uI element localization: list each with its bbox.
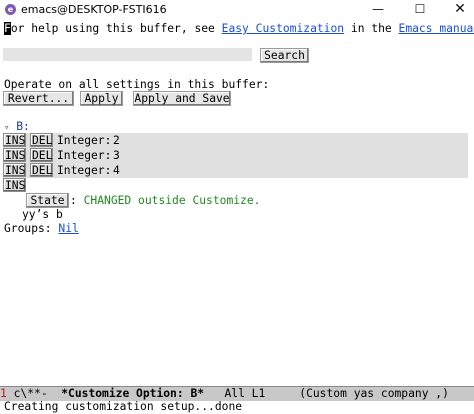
apply-and-save-button[interactable]: Apply and Save [133, 91, 231, 106]
mode-line-modes: (Custom yas company ,) [299, 387, 449, 400]
option-name: B: [16, 120, 30, 133]
mode-line-position: All L1 [204, 387, 300, 400]
item-type: Integer: [57, 134, 112, 147]
text-cursor: F [4, 22, 11, 35]
ins-button[interactable]: INS [3, 148, 26, 162]
title-bar: e emacs@DESKTOP-FSTI616 — ☐ ✕ [0, 0, 474, 19]
operate-label: Operate on all settings in this buffer: [4, 78, 270, 91]
state-separator: : [70, 194, 77, 207]
maximize-button[interactable]: ☐ [406, 0, 434, 19]
list-item: INS DEL Integer: 4 [3, 163, 468, 178]
emacs-manual-link[interactable]: Emacs manual [399, 22, 474, 35]
help-line: For help using this buffer, see Easy Cus… [4, 21, 474, 36]
mode-line: 1 c\**- *Customize Option: B* All L1 (Cu… [0, 386, 474, 401]
window-title: emacs@DESKTOP-FSTI616 [21, 3, 167, 16]
collapse-triangle-icon[interactable]: ▿ [4, 123, 9, 133]
item-value[interactable]: 4 [113, 163, 120, 178]
help-text-prefix: or help using this buffer, see [10, 22, 222, 35]
echo-area: Creating customization setup...done [4, 400, 243, 413]
ins-button[interactable]: INS [3, 178, 26, 192]
minimize-button[interactable]: — [364, 0, 392, 19]
option-doc: yy’s b [22, 208, 63, 221]
mode-line-flags: c\**- [6, 387, 62, 400]
state-status-text: CHANGED outside Customize. [83, 194, 261, 207]
easy-customization-link[interactable]: Easy Customization [222, 22, 344, 35]
list-item: INS DEL Integer: 3 [3, 148, 468, 163]
del-button[interactable]: DEL [30, 163, 53, 177]
list-item: INS DEL Integer: 2 [3, 133, 468, 148]
item-type: Integer: [57, 164, 112, 177]
item-value[interactable]: 2 [113, 133, 120, 148]
groups-label: Groups: [4, 222, 52, 235]
revert-button[interactable]: Revert... [3, 91, 74, 106]
apply-button[interactable]: Apply [80, 91, 123, 106]
state-line: : CHANGED outside Customize. [70, 193, 260, 208]
search-button[interactable]: Search [260, 48, 309, 63]
window-number-indicator: 1 [0, 387, 7, 400]
ins-button[interactable]: INS [3, 133, 26, 147]
groups-nil-link[interactable]: Nil [58, 222, 78, 235]
del-button[interactable]: DEL [30, 148, 53, 162]
mode-line-buffer-name: *Customize Option: B* [61, 387, 205, 400]
state-button[interactable]: State [26, 193, 69, 208]
option-header: ▿ B: [4, 119, 30, 134]
groups-line: Groups: Nil [4, 221, 79, 236]
del-button[interactable]: DEL [30, 133, 53, 147]
ins-button[interactable]: INS [3, 163, 26, 177]
search-input[interactable] [3, 48, 252, 61]
emacs-icon: e [5, 4, 16, 15]
help-text-middle: in the [344, 22, 399, 35]
close-button[interactable]: ✕ [446, 0, 474, 19]
item-type: Integer: [57, 149, 112, 162]
item-value[interactable]: 3 [113, 148, 120, 163]
